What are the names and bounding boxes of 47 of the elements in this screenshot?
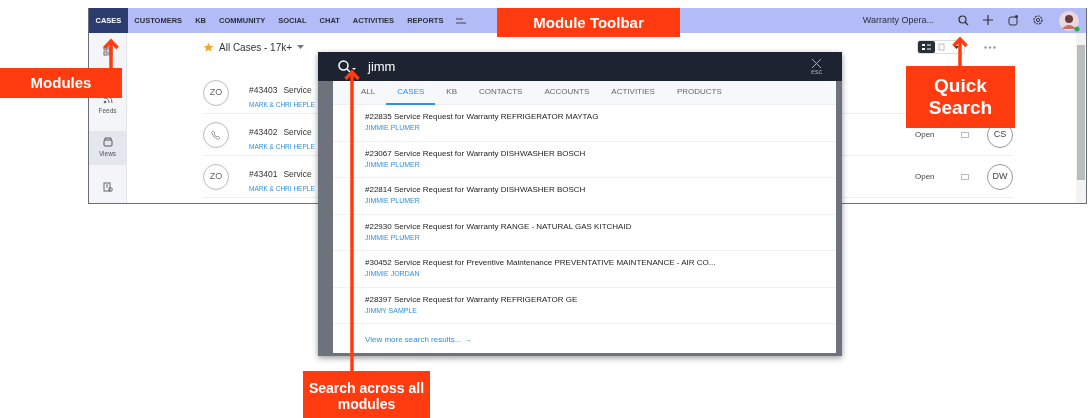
caret-icon[interactable]	[297, 45, 305, 49]
result-title[interactable]: #23067 Service Request for Warranty DISHWASHER BOSCH	[365, 147, 836, 160]
close-icon	[812, 58, 822, 68]
case-subject[interactable]: Service	[283, 84, 312, 95]
asset-icon	[102, 182, 113, 192]
callout-label: Quick Search	[906, 66, 1015, 128]
search-tab[interactable]: PRODUCTS	[665, 81, 733, 105]
more-results-link[interactable]: View more search results... →	[333, 324, 472, 346]
search-tab[interactable]: ACCOUNTS	[533, 81, 601, 105]
view-title[interactable]: All Cases - 17k+	[219, 39, 293, 55]
more-icon[interactable]	[984, 45, 996, 49]
case-subject[interactable]: Service	[283, 126, 312, 137]
status-text: Open	[915, 128, 936, 141]
view-toggle[interactable]	[917, 40, 965, 54]
callout-label: Module Toolbar	[497, 8, 680, 37]
callout-label: Search across all modules	[303, 371, 430, 418]
search-tab[interactable]: CONTACTS	[468, 81, 534, 105]
comment-icon	[961, 131, 969, 138]
settings-icon[interactable]	[1033, 15, 1044, 26]
search-tab[interactable]: KB	[435, 81, 469, 105]
status-text: Open	[915, 170, 936, 183]
star-icon[interactable]	[203, 41, 214, 53]
phone-icon	[211, 129, 221, 140]
plus-icon[interactable]	[983, 15, 994, 26]
search-input[interactable]: jimm	[368, 56, 396, 77]
search-tab[interactable]: ACTIVITIES	[600, 81, 666, 105]
views-icon	[102, 137, 113, 148]
result-title[interactable]: #30452 Service Request for Preventive Maintenance PREVENTATIVE MAINTENANCE - AIR CO...	[365, 257, 836, 269]
case-number[interactable]: #43402	[249, 126, 278, 137]
case-number[interactable]: #43401	[249, 168, 278, 179]
result-title[interactable]: #22930 Service Request for Warranty RANGE - NATURAL GAS KITCHAID	[365, 220, 836, 233]
search-icon[interactable]	[338, 60, 356, 73]
result-title[interactable]: #22835 Service Request for Warranty REFRIGERATOR MAYTAG	[365, 111, 836, 123]
scrollbar[interactable]	[1076, 33, 1086, 203]
result-title[interactable]: #22814 Service Request for Warranty DISHWASHER BOSCH	[365, 184, 836, 196]
result-title[interactable]: #28397 Service Request for Warranty REFRIGERATOR GE	[365, 293, 836, 306]
search-tab[interactable]: ALL	[350, 81, 387, 105]
organization-name[interactable]: Warranty Opera...	[862, 13, 934, 28]
search-icon[interactable]	[958, 15, 969, 26]
annotation-arrow	[952, 37, 968, 66]
annotation-arrow	[103, 39, 119, 68]
user-avatar[interactable]	[1058, 9, 1080, 32]
callout-label: Modules	[0, 68, 122, 98]
comment-icon	[961, 173, 969, 180]
compose-icon[interactable]	[1008, 15, 1019, 26]
case-number[interactable]: #43403	[249, 84, 278, 95]
case-subject[interactable]: Service	[283, 168, 312, 179]
